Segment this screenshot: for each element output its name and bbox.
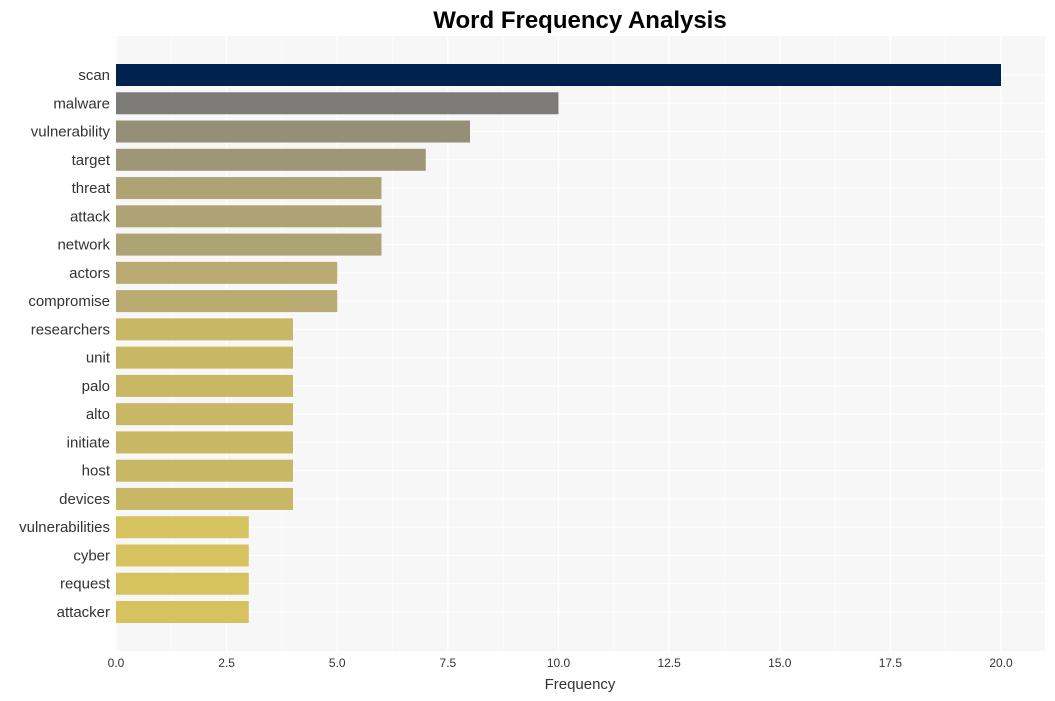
bar-cyber bbox=[116, 544, 249, 567]
y-axis-labels: scan malware vulnerability target threat atta… bbox=[19, 67, 111, 621]
bar-alto bbox=[116, 403, 293, 426]
y-tick-label-initiate: initiate bbox=[67, 434, 110, 451]
bar-attacker bbox=[116, 601, 249, 623]
y-tick-label-attack: attack bbox=[70, 208, 111, 225]
bar-initiate bbox=[116, 431, 293, 454]
chart-title: Word Frequency Analysis bbox=[433, 7, 726, 34]
y-tick-label-devices: devices bbox=[59, 491, 110, 508]
bar-actors bbox=[116, 261, 338, 284]
y-tick-label-alto: alto bbox=[86, 406, 110, 423]
y-tick-label-threat: threat bbox=[72, 180, 111, 197]
y-tick-label-scan: scan bbox=[78, 67, 110, 84]
bar-attack bbox=[116, 205, 382, 228]
x-tick-label: 17.5 bbox=[879, 656, 903, 670]
y-tick-label-host: host bbox=[82, 463, 111, 480]
x-tick-label: 10.0 bbox=[547, 656, 571, 670]
x-tick-label: 7.5 bbox=[440, 656, 457, 670]
x-axis-label: Frequency bbox=[545, 676, 616, 693]
y-tick-label-palo: palo bbox=[82, 378, 110, 395]
y-tick-label-network: network bbox=[57, 237, 110, 254]
bar-devices bbox=[116, 487, 293, 510]
x-tick-label: 0.0 bbox=[108, 656, 125, 670]
bar-target bbox=[116, 148, 426, 171]
x-tick-label: 12.5 bbox=[657, 656, 681, 670]
bar-compromise bbox=[116, 290, 338, 313]
bar-unit bbox=[116, 346, 293, 369]
x-tick-label: 2.5 bbox=[218, 656, 235, 670]
y-tick-label-attacker: attacker bbox=[57, 604, 110, 621]
bar-researchers bbox=[116, 318, 293, 341]
bar-threat bbox=[116, 177, 382, 200]
y-tick-label-request: request bbox=[60, 576, 111, 593]
bar-palo bbox=[116, 374, 293, 397]
x-tick-label: 5.0 bbox=[329, 656, 346, 670]
bar-network bbox=[116, 233, 382, 256]
y-tick-label-vulnerability: vulnerability bbox=[31, 124, 111, 141]
y-tick-label-malware: malware bbox=[53, 95, 110, 112]
bar-scan bbox=[116, 64, 1001, 86]
y-tick-label-researchers: researchers bbox=[31, 321, 110, 338]
y-tick-label-vulnerabilities: vulnerabilities bbox=[19, 519, 110, 536]
bar-vulnerabilities bbox=[116, 516, 249, 539]
word-frequency-chart: Word Frequency Analysis scan malware vulne… bbox=[19, 7, 1045, 693]
y-tick-label-target: target bbox=[72, 152, 111, 169]
y-tick-label-actors: actors bbox=[69, 265, 110, 282]
bar-request bbox=[116, 572, 249, 595]
y-tick-label-cyber: cyber bbox=[73, 547, 110, 564]
bar-vulnerability bbox=[116, 120, 470, 143]
y-tick-label-unit: unit bbox=[86, 350, 111, 367]
x-tick-label: 20.0 bbox=[989, 656, 1013, 670]
y-tick-label-compromise: compromise bbox=[28, 293, 110, 310]
bar-malware bbox=[116, 92, 559, 115]
bar-host bbox=[116, 459, 293, 482]
x-tick-label: 15.0 bbox=[768, 656, 792, 670]
x-axis-ticks: 0.0 2.5 5.0 7.5 10.0 12.5 15.0 17.5 20.0 bbox=[108, 656, 1013, 670]
